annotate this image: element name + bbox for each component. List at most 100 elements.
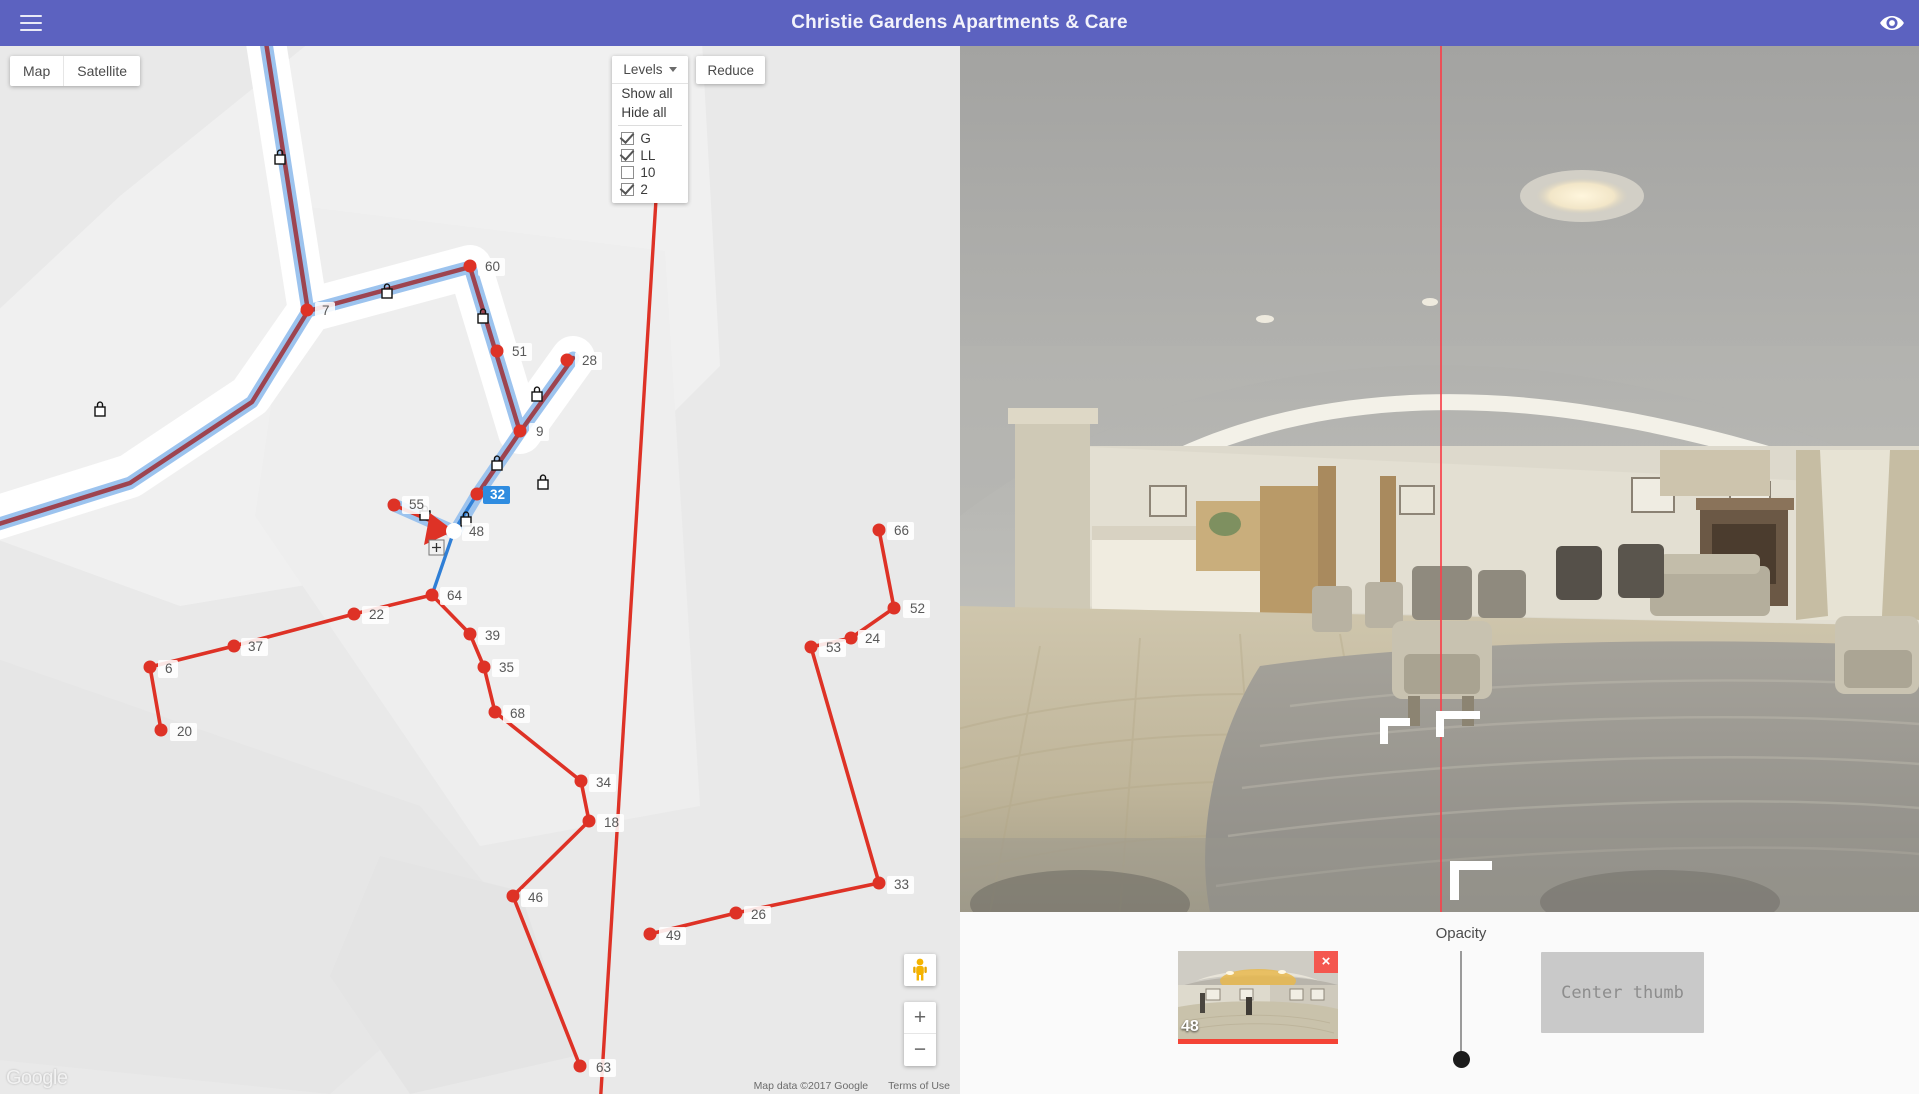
levels-dropdown-button[interactable]: Levels [612, 56, 689, 84]
thumbnail-number: 48 [1181, 1018, 1199, 1035]
map-node-28[interactable] [560, 353, 574, 367]
level-row-2[interactable]: 2 [612, 181, 688, 198]
opacity-label: Opacity [1435, 925, 1487, 942]
center-thumb-button[interactable]: Center thumb [1541, 952, 1704, 1033]
map-node-7[interactable] [300, 303, 314, 317]
opacity-slider[interactable] [1436, 951, 1486, 1076]
level-row-LL[interactable]: LL [612, 147, 688, 164]
map-node-label-52[interactable]: 52 [903, 600, 931, 618]
terms-of-use-link[interactable]: Terms of Use [888, 1080, 950, 1092]
map-type-satellite[interactable]: Satellite [63, 56, 140, 86]
map-node-6[interactable] [143, 660, 157, 674]
map-node-label-49[interactable]: 49 [659, 927, 687, 945]
map-node-label-48[interactable]: 48 [462, 523, 490, 541]
levels-hide-all[interactable]: Hide all [612, 103, 688, 122]
level-row-10[interactable]: 10 [612, 164, 688, 181]
map-node-label-39[interactable]: 39 [478, 627, 506, 645]
thumbnail-close-button[interactable]: × [1314, 951, 1338, 973]
levels-checkbox-list[interactable]: G LL 10 2 [612, 130, 688, 198]
map-node-60[interactable] [463, 259, 477, 273]
levels-show-all[interactable]: Show all [612, 84, 688, 103]
map-node-label-26[interactable]: 26 [744, 906, 772, 924]
map-node-label-55[interactable]: 55 [402, 496, 430, 514]
map-type-control[interactable]: Map Satellite [10, 56, 141, 86]
map-node-20[interactable] [154, 723, 168, 737]
panorama-center-line [1440, 46, 1442, 912]
level-label-G: G [640, 131, 651, 146]
map-node-9[interactable] [513, 424, 527, 438]
map-node-33[interactable] [872, 876, 886, 890]
map-data-credit: Map data ©2017 Google [753, 1080, 869, 1092]
map-node-label-64[interactable]: 64 [440, 587, 468, 605]
map-node-52[interactable] [887, 601, 901, 615]
app-root: Christie Gardens Apartments & Care 60 7 … [0, 0, 1919, 1094]
google-logo: Google [6, 1067, 68, 1089]
map-node-64[interactable] [425, 588, 439, 602]
map-node-label-66[interactable]: 66 [887, 522, 915, 540]
zoom-control[interactable]: + − [904, 1002, 936, 1066]
map-node-22[interactable] [347, 607, 361, 621]
map-node-label-6[interactable]: 6 [158, 660, 178, 678]
map-node-label-60[interactable]: 60 [478, 258, 506, 276]
levels-panel[interactable]: Levels Show all Hide all G LL 10 2 [612, 56, 689, 203]
map-node-label-35[interactable]: 35 [492, 659, 520, 677]
map-node-label-20[interactable]: 20 [170, 723, 198, 741]
map-node-68[interactable] [488, 705, 502, 719]
level-checkbox-LL[interactable] [621, 149, 635, 162]
map-node-37[interactable] [227, 639, 241, 653]
map-node-63[interactable] [573, 1059, 587, 1073]
map-node-label-22[interactable]: 22 [362, 606, 390, 624]
opacity-slider-knob[interactable] [1453, 1051, 1470, 1068]
level-checkbox-2[interactable] [621, 183, 635, 196]
map-node-label-9[interactable]: 9 [529, 423, 549, 441]
map-node-label-18[interactable]: 18 [597, 814, 625, 832]
map-node-label-7[interactable]: 7 [315, 302, 335, 320]
level-checkbox-G[interactable] [621, 132, 635, 145]
pegman-street-view-icon[interactable] [904, 954, 936, 986]
zoom-in-button[interactable]: + [904, 1002, 936, 1034]
map-panel[interactable]: 60 7 51 28 9 32 55 48 66 64 52 22 39 24 37 53 35 6 68 20 34 1… [0, 46, 960, 1094]
map-node-53[interactable] [804, 640, 818, 654]
map-node-24[interactable] [844, 631, 858, 645]
map-node-66[interactable] [872, 523, 886, 537]
map-node-35[interactable] [477, 660, 491, 674]
map-node-label-28[interactable]: 28 [575, 352, 603, 370]
thumbnail-card[interactable]: × 48 [1178, 951, 1338, 1044]
eye-icon[interactable] [1879, 0, 1905, 46]
reduce-button[interactable]: Reduce [696, 56, 765, 84]
map-node-label-68[interactable]: 68 [503, 705, 531, 723]
panorama-viewer[interactable] [960, 46, 1919, 912]
map-node-label-34[interactable]: 34 [589, 774, 617, 792]
chevron-down-icon [669, 67, 678, 72]
level-label-LL: LL [640, 148, 656, 163]
level-checkbox-10[interactable] [621, 166, 635, 179]
map-node-51[interactable] [490, 344, 504, 358]
page-title: Christie Gardens Apartments & Care [791, 12, 1128, 33]
hamburger-menu-icon[interactable] [8, 0, 54, 46]
zoom-out-button[interactable]: − [904, 1034, 936, 1066]
map-node-label-46[interactable]: 46 [521, 889, 549, 907]
map-node-39[interactable] [463, 627, 477, 641]
map-node-34[interactable] [574, 774, 588, 788]
map-canvas[interactable] [0, 46, 960, 1094]
map-node-label-33[interactable]: 33 [887, 876, 915, 894]
level-label-10: 10 [640, 165, 656, 180]
map-plus-marker [428, 539, 445, 556]
map-type-map[interactable]: Map [10, 56, 63, 86]
opacity-slider-track[interactable] [1460, 951, 1462, 1061]
level-row-G[interactable]: G [612, 130, 688, 147]
map-node-label-51[interactable]: 51 [505, 343, 533, 361]
map-node-18[interactable] [582, 814, 596, 828]
map-node-label-37[interactable]: 37 [241, 638, 269, 656]
armchair [1835, 616, 1919, 694]
map-node-label-24[interactable]: 24 [858, 630, 886, 648]
map-node-26[interactable] [729, 906, 743, 920]
map-node-46[interactable] [506, 889, 520, 903]
map-node-55[interactable] [387, 498, 401, 512]
map-node-label-63[interactable]: 63 [589, 1059, 617, 1077]
map-node-label-53[interactable]: 53 [819, 639, 847, 657]
map-node-49[interactable] [643, 927, 657, 941]
map-node-32[interactable] [470, 487, 484, 501]
map-node-label-32[interactable]: 32 [483, 486, 511, 504]
map-attribution: Map data ©2017 Google Terms of Use [754, 1080, 950, 1092]
